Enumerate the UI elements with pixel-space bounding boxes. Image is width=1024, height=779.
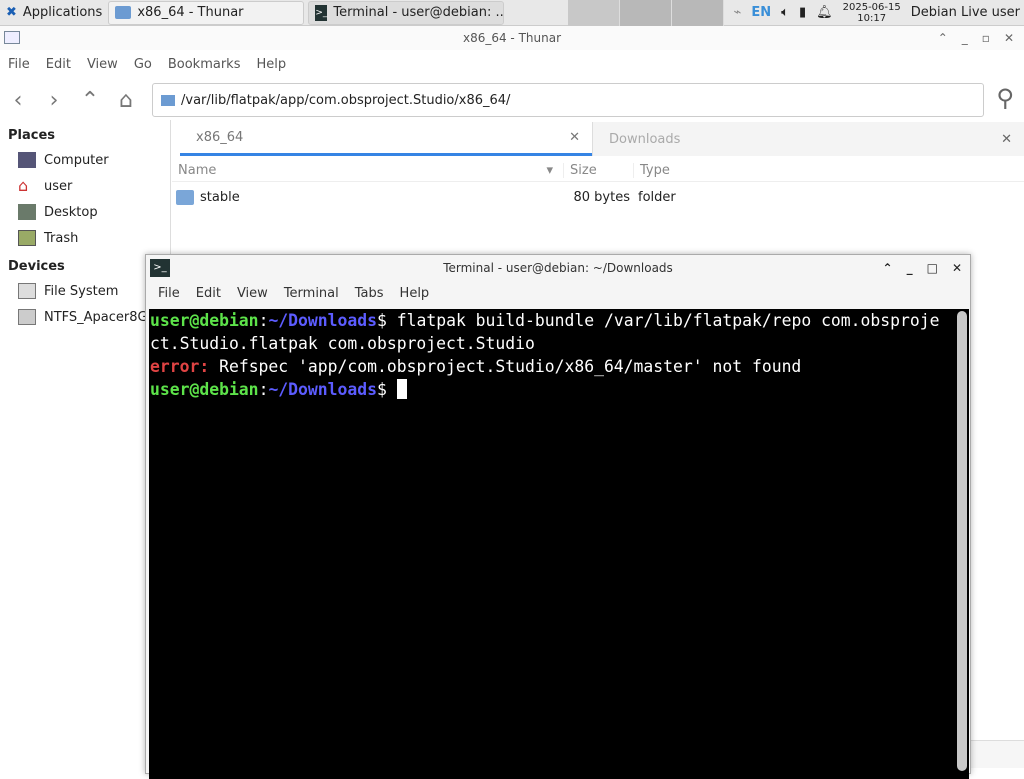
thunar-menubar: File Edit View Go Bookmarks Help (0, 52, 294, 76)
user-menu[interactable]: Debian Live user (911, 5, 1020, 20)
close-button[interactable]: ✕ (952, 255, 962, 281)
home-icon: ⌂ (18, 176, 29, 195)
battery-icon[interactable]: ▮ (799, 5, 806, 20)
file-row[interactable]: stable 80 bytes folder (172, 186, 1024, 208)
workspace-3[interactable] (672, 0, 725, 26)
terminal-scrollbar[interactable] (957, 311, 967, 771)
text-cursor (396, 379, 407, 399)
column-name[interactable]: Name ▾ (172, 163, 564, 178)
terminal-window: >_ Terminal - user@debian: ~/Downloads ⌃… (145, 254, 971, 779)
menu-view[interactable]: View (229, 281, 276, 307)
trash-icon (18, 230, 36, 246)
maximize-button[interactable]: ▫ (982, 26, 990, 50)
shade-button[interactable]: ⌃ (883, 255, 893, 281)
terminal-icon: >_ (150, 259, 170, 277)
location-bar[interactable]: /var/lib/flatpak/app/com.obsproject.Stud… (152, 83, 984, 117)
back-button[interactable]: ‹ (0, 88, 36, 113)
menu-help[interactable]: Help (248, 52, 294, 76)
terminal-titlebar: >_ Terminal - user@debian: ~/Downloads ⌃… (146, 255, 970, 281)
tab-bar: x86_64 ✕ Downloads ✕ (180, 122, 1024, 156)
sidebar-item-desktop[interactable]: Desktop (0, 199, 170, 225)
forward-button[interactable]: › (36, 88, 72, 113)
menu-file[interactable]: File (150, 281, 188, 307)
drive-icon (18, 309, 36, 325)
drive-icon (18, 283, 36, 299)
thunar-titlebar: x86_64 - Thunar ⌃ _ ▫ ✕ (0, 26, 1024, 50)
menu-tabs[interactable]: Tabs (347, 281, 392, 307)
menu-help[interactable]: Help (392, 281, 438, 307)
up-button[interactable]: ⌃ (72, 88, 108, 113)
computer-icon (18, 152, 36, 168)
task-terminal[interactable]: >_ Terminal - user@debian: ... (308, 0, 505, 25)
tab-downloads[interactable]: Downloads ✕ (592, 122, 1024, 156)
shade-button[interactable]: ⌃ (938, 26, 948, 50)
folder-icon (115, 6, 132, 19)
terminal-line: user@debian:~/Downloads$ (150, 378, 969, 401)
menu-edit[interactable]: Edit (188, 281, 229, 307)
folder-icon (4, 31, 20, 44)
thunar-toolbar: ‹ › ⌃ ⌂ /var/lib/flatpak/app/com.obsproj… (0, 80, 1024, 120)
minimize-button[interactable]: _ (962, 26, 968, 50)
menu-view[interactable]: View (79, 52, 126, 76)
notification-bell-icon[interactable]: 🔔︎ (816, 5, 833, 20)
menu-edit[interactable]: Edit (38, 52, 79, 76)
column-size[interactable]: Size (564, 163, 634, 178)
menu-terminal[interactable]: Terminal (276, 281, 347, 307)
workspace-1[interactable] (568, 0, 621, 26)
xfce-logo-icon: ✖ (6, 5, 17, 20)
sidebar-item-user[interactable]: ⌂ user (0, 173, 170, 199)
sort-down-icon: ▾ (546, 163, 553, 178)
maximize-button[interactable]: □ (927, 255, 938, 281)
column-type[interactable]: Type (634, 163, 670, 178)
keyboard-layout[interactable]: EN (751, 5, 771, 20)
terminal-menubar: File Edit View Terminal Tabs Help (146, 281, 970, 307)
folder-icon (161, 94, 175, 106)
home-button[interactable]: ⌂ (108, 88, 144, 113)
close-button[interactable]: ✕ (1004, 26, 1014, 50)
folder-icon (176, 189, 194, 205)
sidebar-item-trash[interactable]: Trash (0, 225, 170, 251)
workspace-2[interactable] (620, 0, 673, 26)
minimize-button[interactable]: _ (907, 255, 913, 281)
close-tab-icon[interactable]: ✕ (1001, 132, 1012, 147)
close-tab-icon[interactable]: ✕ (569, 130, 580, 145)
network-icon[interactable]: ⌁ (734, 5, 742, 20)
column-headers: Name ▾ Size Type (172, 160, 1024, 182)
task-thunar[interactable]: x86_64 - Thunar (108, 0, 305, 25)
menu-bookmarks[interactable]: Bookmarks (160, 52, 249, 76)
search-icon[interactable]: ⚲ (996, 84, 1014, 112)
sidebar-item-computer[interactable]: Computer (0, 147, 170, 173)
desktop-icon (18, 204, 36, 220)
menu-go[interactable]: Go (126, 52, 160, 76)
clock[interactable]: 2025-06-15 10:17 (843, 2, 901, 24)
places-header: Places (8, 128, 56, 143)
terminal-line: ct.Studio.flatpak com.obsproject.Studio (150, 334, 535, 353)
terminal-output[interactable]: user@debian:~/Downloads$ flatpak build-b… (149, 309, 969, 779)
status-bar (970, 740, 1024, 768)
terminal-line: error: Refspec 'app/com.obsproject.Studi… (150, 357, 802, 376)
applications-menu[interactable]: ✖ Applications (0, 1, 108, 25)
tab-x86_64[interactable]: x86_64 ✕ (180, 122, 592, 156)
volume-icon[interactable]: 🔈︎ (781, 5, 789, 20)
terminal-icon: >_ (315, 4, 328, 21)
menu-file[interactable]: File (0, 52, 38, 76)
taskbar: ✖ Applications x86_64 - Thunar >_ Terminal… (0, 0, 1024, 26)
terminal-line: user@debian:~/Downloads$ flatpak build-b… (150, 311, 940, 330)
